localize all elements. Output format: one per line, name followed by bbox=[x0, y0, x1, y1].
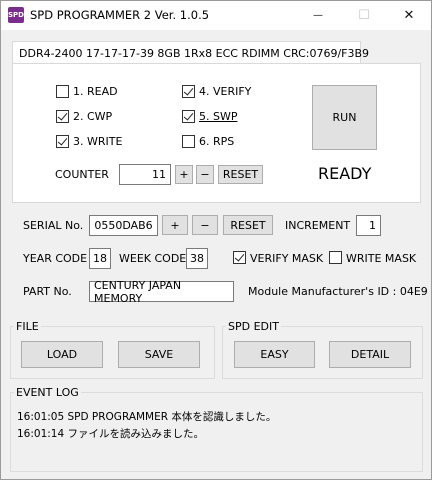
manufacturer-id-text: Module Manufacturer's ID : 04E9 bbox=[248, 285, 428, 298]
load-button[interactable]: LOAD bbox=[21, 341, 103, 368]
log-line: 16:01:14 ファイルを読み込みました。 bbox=[17, 428, 204, 440]
counter-label: COUNTER bbox=[55, 168, 109, 181]
minimize-button[interactable]: — bbox=[295, 1, 341, 30]
log-line: 16:01:05 SPD PROGRAMMER 本体を認識しました。 bbox=[17, 411, 277, 423]
write-mask-checkbox[interactable] bbox=[329, 251, 342, 264]
minimize-icon: — bbox=[313, 10, 323, 21]
module-tab[interactable]: DDR4-2400 17-17-17-39 8GB 1Rx8 ECC RDIMM… bbox=[12, 41, 369, 64]
easy-button[interactable]: EASY bbox=[234, 341, 315, 368]
counter-minus-button[interactable]: − bbox=[196, 165, 214, 184]
counter-input[interactable]: 11 bbox=[119, 164, 171, 185]
status-text: READY bbox=[318, 164, 372, 183]
verify-mask-checkbox[interactable] bbox=[233, 251, 246, 264]
event-log-title: EVENT LOG bbox=[14, 386, 81, 399]
title-bar[interactable]: SPD SPD PROGRAMMER 2 Ver. 1.0.5 — ☐ ✕ bbox=[1, 1, 431, 30]
write-label: 3. WRITE bbox=[73, 135, 123, 148]
app-icon: SPD bbox=[8, 7, 24, 23]
serial-plus-button[interactable]: + bbox=[162, 215, 188, 235]
week-code-label: WEEK CODE bbox=[119, 252, 187, 265]
cwp-checkbox[interactable] bbox=[56, 110, 69, 123]
run-button[interactable]: RUN bbox=[312, 85, 377, 150]
spd-edit-group-title: SPD EDIT bbox=[226, 320, 281, 333]
file-group-title: FILE bbox=[14, 320, 41, 333]
rps-checkbox[interactable] bbox=[182, 135, 195, 148]
serial-minus-button[interactable]: − bbox=[192, 215, 218, 235]
write-checkbox[interactable] bbox=[56, 135, 69, 148]
verify-checkbox[interactable] bbox=[182, 85, 195, 98]
counter-plus-button[interactable]: + bbox=[175, 165, 193, 184]
window-title: SPD PROGRAMMER 2 Ver. 1.0.5 bbox=[30, 8, 210, 22]
write-mask-label: WRITE MASK bbox=[346, 252, 417, 265]
year-code-input[interactable]: 18 bbox=[89, 248, 111, 269]
increment-label: INCREMENT bbox=[285, 219, 351, 232]
increment-input[interactable]: 1 bbox=[356, 215, 381, 236]
swp-checkbox[interactable] bbox=[182, 110, 195, 123]
serial-input[interactable]: 0550DAB6 bbox=[89, 215, 158, 236]
maximize-button: ☐ bbox=[341, 1, 387, 30]
verify-mask-label: VERIFY MASK bbox=[250, 252, 324, 265]
detail-button[interactable]: DETAIL bbox=[329, 341, 411, 368]
verify-label: 4. VERIFY bbox=[199, 85, 252, 98]
counter-reset-button[interactable]: RESET bbox=[218, 165, 263, 184]
main-window: SPD SPD PROGRAMMER 2 Ver. 1.0.5 — ☐ ✕ DD… bbox=[0, 0, 432, 480]
serial-reset-button[interactable]: RESET bbox=[223, 215, 273, 235]
part-no-label: PART No. bbox=[23, 285, 72, 298]
save-button[interactable]: SAVE bbox=[118, 341, 200, 368]
read-label: 1. READ bbox=[73, 85, 118, 98]
rps-label: 6. RPS bbox=[199, 135, 235, 148]
week-code-input[interactable]: 38 bbox=[186, 248, 208, 269]
close-button[interactable]: ✕ bbox=[386, 1, 432, 30]
cwp-label: 2. CWP bbox=[73, 110, 113, 123]
serial-label: SERIAL No. bbox=[23, 219, 84, 232]
maximize-icon: ☐ bbox=[358, 8, 370, 23]
module-tab-panel: 1. READ 2. CWP 3. WRITE 4. VERIFY 5. SWP… bbox=[12, 63, 421, 203]
read-checkbox[interactable] bbox=[56, 85, 69, 98]
module-tab-label: DDR4-2400 17-17-17-39 8GB 1Rx8 ECC RDIMM… bbox=[19, 47, 370, 60]
part-no-input[interactable]: CENTURY JAPAN MEMORY bbox=[89, 279, 234, 305]
swp-label: 5. SWP bbox=[199, 110, 238, 123]
year-code-label: YEAR CODE bbox=[23, 252, 88, 265]
close-icon: ✕ bbox=[403, 8, 415, 23]
